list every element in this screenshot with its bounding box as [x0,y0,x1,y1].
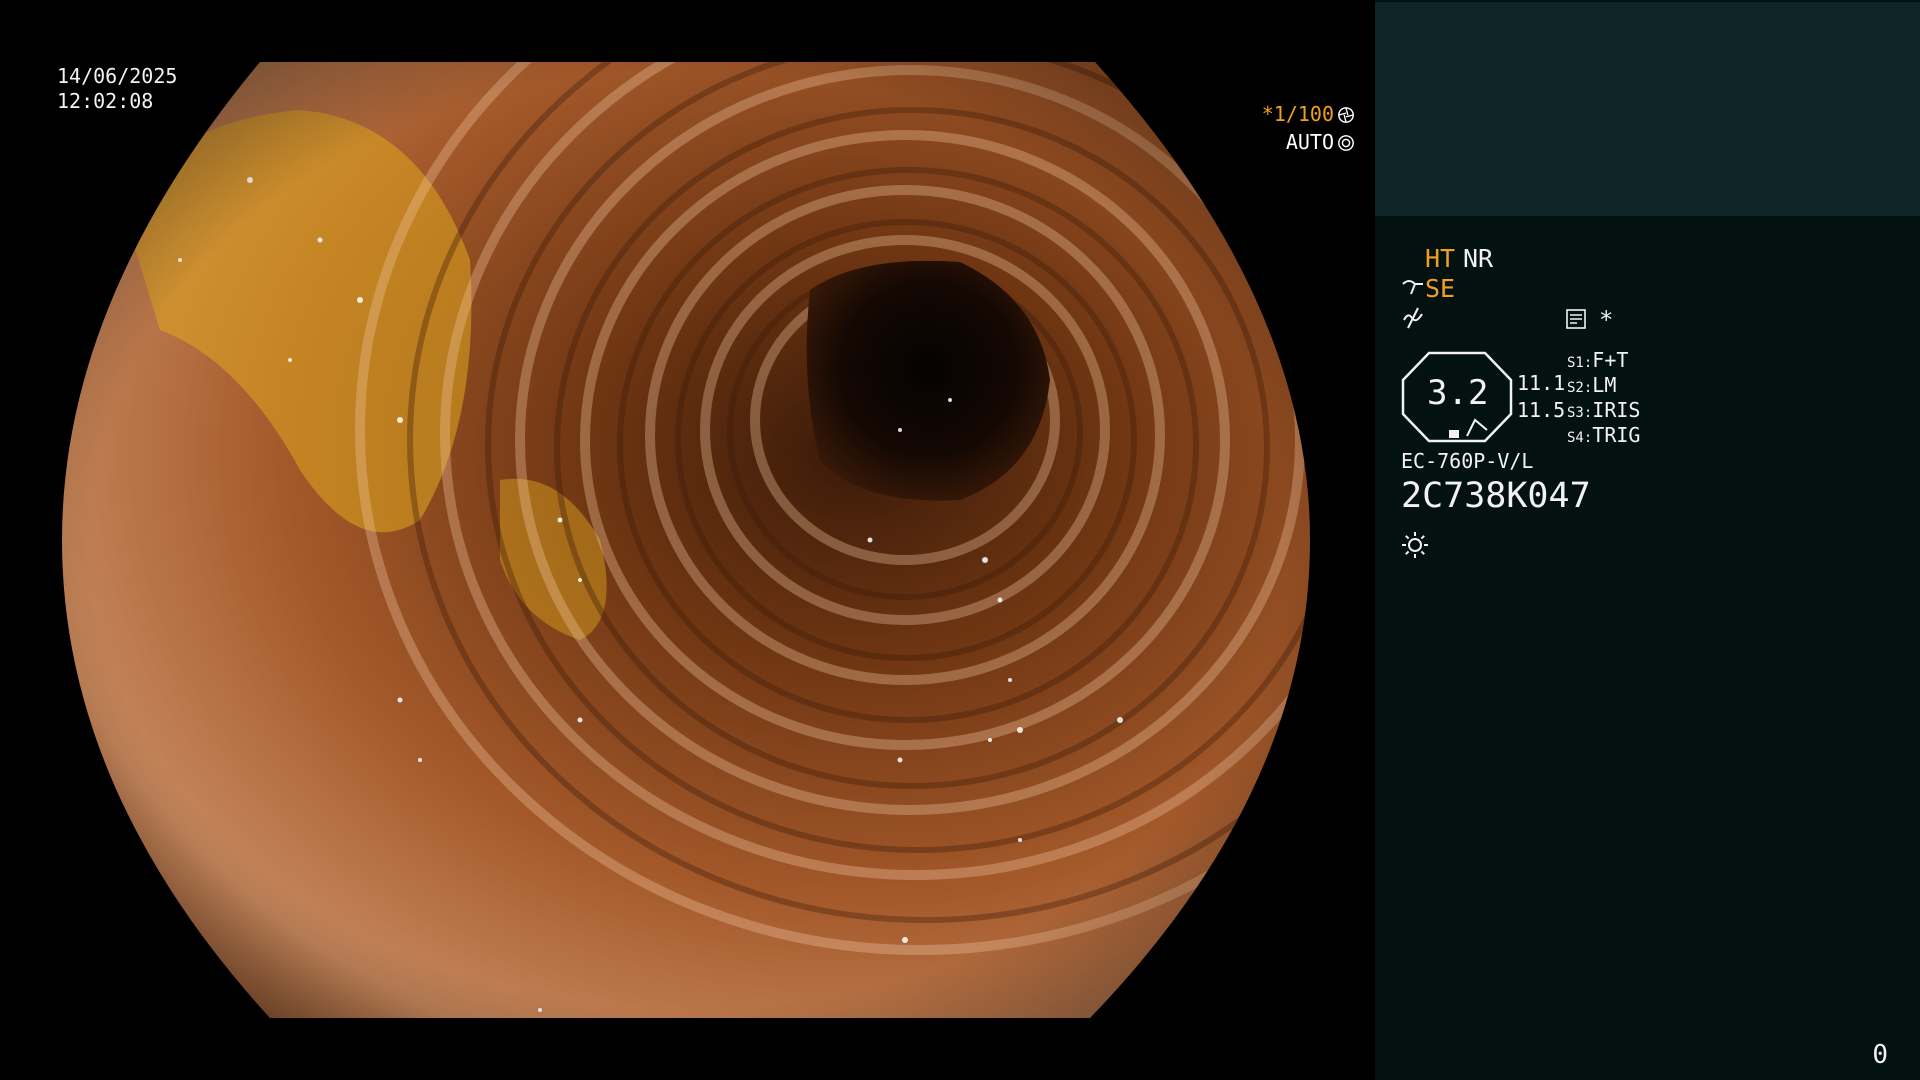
image-counter: 0 [1872,1040,1888,1070]
switch-s3: S3:IRIS [1567,398,1641,422]
switch-s4: S4:TRIG [1567,423,1641,447]
status-panel: HT NR SE * 3.2 11.1 11.5 S1:F+T S2:LM S3… [1375,0,1920,1080]
star-indicator: * [1599,306,1614,334]
date-text: 14/06/2025 [57,64,178,88]
switch-s1: S1:F+T [1567,348,1629,372]
nr-indicator: NR [1463,244,1494,273]
scope-model: EC-760P-V/L [1401,449,1534,473]
date-time-readout: 14/06/2025 12:02:08 [57,64,177,114]
exposure-mode: AUTO [1285,130,1334,154]
ht-indicator: HT [1425,244,1456,273]
value-b: 11.5 [1517,398,1566,422]
memory-icon [1566,309,1586,329]
endoscopic-image [62,62,1310,1018]
shutter-readout: *1/100 AUTO [1262,100,1355,156]
se-indicator: SE [1425,274,1456,303]
panel-header-area [1375,2,1920,216]
zoom-value: 3.2 [1427,373,1489,413]
endoscope-view: 14/06/2025 12:02:08 *1/100 AUTO [0,0,1375,1080]
sun-icon [1402,532,1428,558]
value-a: 11.1 [1517,371,1566,395]
switch-s2: S2:LM [1567,373,1617,397]
aperture-icon [1338,107,1354,123]
wave-icon [1403,307,1423,329]
scope-arrow-icon [1402,280,1423,295]
scope-serial: 2C738K047 [1401,476,1591,516]
iris-icon [1338,135,1354,151]
time-text: 12:02:08 [57,89,154,113]
shutter-speed: *1/100 [1261,102,1334,126]
